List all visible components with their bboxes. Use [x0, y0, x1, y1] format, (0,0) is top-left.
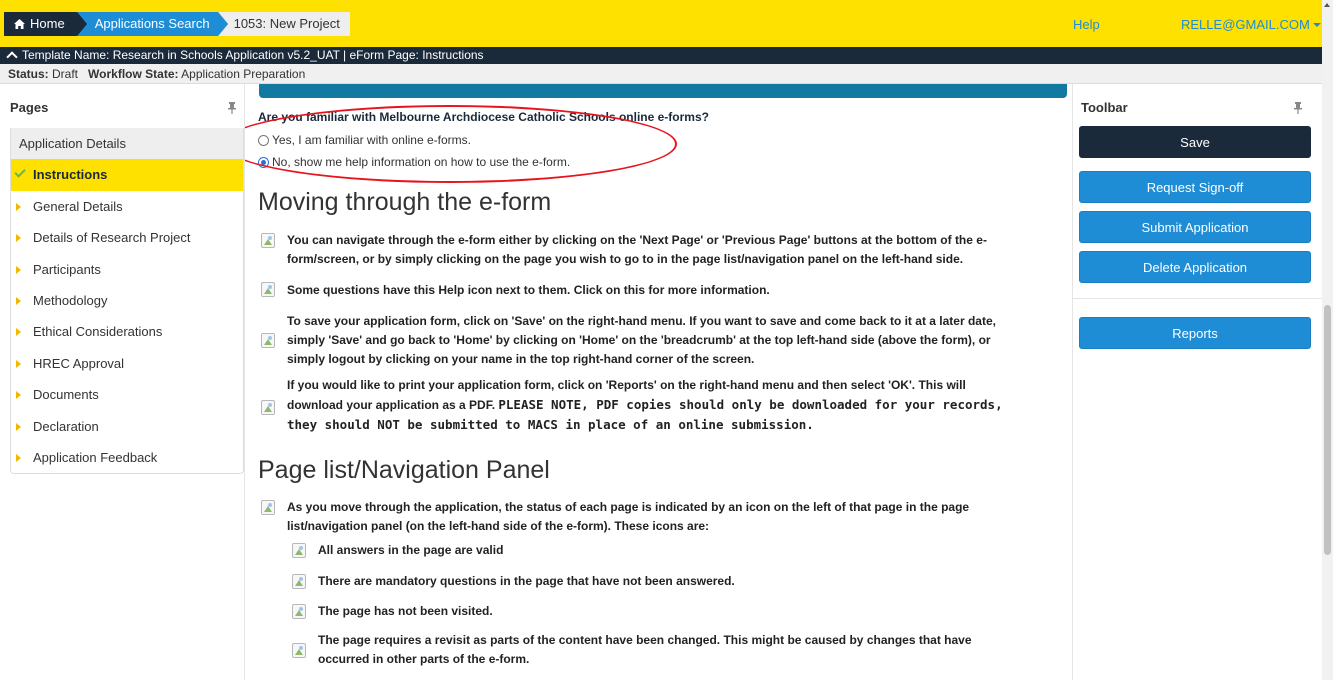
legend-text: The page requires a revisit as parts of …: [318, 633, 972, 647]
page-item-label: Participants: [33, 261, 101, 277]
page-item-label: Details of Research Project: [33, 230, 191, 246]
pages-title: Pages: [10, 100, 49, 115]
save-button[interactable]: Save: [1079, 126, 1311, 158]
caret-right-icon: [16, 453, 21, 462]
caret-right-icon: [16, 328, 21, 337]
heading-moving-through-eform: Moving through the e-form: [258, 188, 552, 216]
legend-text: occurred in other parts of the e-form.: [318, 652, 530, 666]
scroll-up-arrow-icon[interactable]: [1324, 3, 1330, 7]
legend-text: All answers in the page are valid: [318, 543, 504, 557]
page-item-label: Methodology: [33, 292, 108, 308]
broken-image-icon: [292, 643, 306, 658]
page-scrollbar[interactable]: [1322, 0, 1333, 680]
annotation-ellipse: [245, 105, 677, 183]
legend-text: The page has not been visited.: [318, 604, 493, 618]
pin-icon[interactable]: [228, 102, 236, 114]
caret-right-icon: [16, 234, 21, 243]
scrollbar-thumb[interactable]: [1324, 305, 1331, 555]
breadcrumb-home[interactable]: Home: [4, 12, 87, 36]
toolbar-divider: [1073, 298, 1322, 299]
breadcrumb-home-label: Home: [30, 16, 65, 31]
page-item-general-details[interactable]: General Details: [11, 191, 243, 222]
status-bar: Status: Draft Workflow State: Applicatio…: [0, 64, 1322, 84]
template-bar[interactable]: Template Name: Research in Schools Appli…: [0, 47, 1322, 64]
page-item-ethical-considerations[interactable]: Ethical Considerations: [11, 316, 243, 347]
paragraph-line: If you would like to print your applicat…: [287, 378, 966, 392]
status-label: Status:: [8, 67, 49, 81]
caret-right-icon: [16, 422, 21, 431]
broken-image-icon: [292, 604, 306, 619]
page-item-label: Ethical Considerations: [33, 324, 163, 340]
breadcrumb: Home Applications Search 1053: New Proje…: [4, 12, 350, 36]
paragraph-line: download your application as a PDF.: [287, 398, 496, 412]
paragraph-line: simply logout by clicking on your name i…: [287, 352, 755, 366]
chevron-up-icon[interactable]: [6, 51, 18, 63]
user-email: RELLE@GMAIL.COM: [1181, 17, 1310, 32]
broken-image-icon: [261, 282, 275, 297]
paragraph-line: Some questions have this Help icon next …: [287, 283, 770, 297]
workflow-label: Workflow State:: [88, 67, 179, 81]
broken-image-icon: [261, 400, 275, 415]
valid-check-icon: [14, 166, 26, 179]
caret-right-icon: [16, 202, 21, 211]
page-item-documents[interactable]: Documents: [11, 379, 243, 410]
paragraph-line: simply 'Save' and go back to 'Home' by c…: [287, 333, 991, 347]
page-item-label: Instructions: [33, 167, 108, 183]
paragraph-line: form/screen, or by simply clicking on th…: [287, 252, 964, 266]
pages-list: Application Details Instructions General…: [10, 128, 244, 475]
page-item-hrec-approval[interactable]: HREC Approval: [11, 348, 243, 379]
broken-image-icon: [261, 333, 275, 348]
form-content: Are you familiar with Melbourne Archdioc…: [244, 84, 1073, 680]
broken-image-icon: [292, 574, 306, 589]
paragraph-line: As you move through the application, the…: [287, 500, 970, 514]
page-item-declaration[interactable]: Declaration: [11, 411, 243, 442]
caret-right-icon: [16, 265, 21, 274]
paragraph-line: To save your application form, click on …: [287, 314, 996, 328]
top-navigation-bar: Home Applications Search 1053: New Proje…: [0, 0, 1333, 47]
broken-image-icon: [292, 543, 306, 558]
broken-image-icon: [261, 500, 275, 515]
caret-right-icon: [16, 391, 21, 400]
caret-right-icon: [16, 359, 21, 368]
caret-right-icon: [16, 296, 21, 305]
page-item-label: Application Feedback: [33, 449, 158, 465]
status-value: Draft: [52, 67, 79, 81]
delete-application-button[interactable]: Delete Application: [1079, 251, 1311, 283]
pages-panel: Pages Application Details Instructions G…: [0, 84, 250, 680]
page-item-application-feedback[interactable]: Application Feedback: [11, 442, 243, 473]
page-item-participants[interactable]: Participants: [11, 254, 243, 285]
page-item-label: General Details: [33, 198, 123, 214]
paragraph-line: You can navigate through the e-form eith…: [287, 233, 987, 247]
page-item-details-of-research-project[interactable]: Details of Research Project: [11, 222, 243, 253]
legend-text: There are mandatory questions in the pag…: [318, 574, 735, 588]
paragraph-line: list/navigation panel (on the left-hand …: [287, 519, 710, 533]
pin-icon[interactable]: [1294, 102, 1302, 114]
chevron-down-icon: [1312, 23, 1321, 27]
page-item-instructions[interactable]: Instructions: [11, 159, 243, 191]
heading-page-list-navigation: Page list/Navigation Panel: [258, 456, 550, 484]
page-item-label: HREC Approval: [33, 355, 125, 371]
user-menu[interactable]: RELLE@GMAIL.COM: [1181, 17, 1321, 32]
broken-image-icon: [261, 233, 275, 248]
reports-button[interactable]: Reports: [1079, 317, 1311, 349]
request-signoff-button[interactable]: Request Sign-off: [1079, 171, 1311, 203]
toolbar-title: Toolbar: [1081, 100, 1128, 115]
page-item-methodology[interactable]: Methodology: [11, 285, 243, 316]
breadcrumb-applications-search[interactable]: Applications Search: [76, 12, 228, 36]
home-icon: [14, 19, 25, 29]
pdf-note-line: they should NOT be submitted to MACS in …: [287, 417, 814, 432]
help-link[interactable]: Help: [1073, 17, 1100, 32]
section-header-bar: [259, 84, 1067, 98]
template-name: Template Name: Research in Schools Appli…: [22, 48, 484, 62]
page-item-label: Documents: [33, 387, 99, 403]
submit-application-button[interactable]: Submit Application: [1079, 211, 1311, 243]
workflow-value: Application Preparation: [181, 67, 306, 81]
page-item-application-details[interactable]: Application Details: [11, 128, 243, 160]
page-item-label: Declaration: [33, 418, 99, 434]
toolbar-panel: Toolbar Save Request Sign-off Submit App…: [1073, 84, 1322, 680]
breadcrumb-current-project: 1053: New Project: [217, 12, 350, 36]
pdf-note: PLEASE NOTE, PDF copies should only be d…: [498, 397, 1003, 412]
